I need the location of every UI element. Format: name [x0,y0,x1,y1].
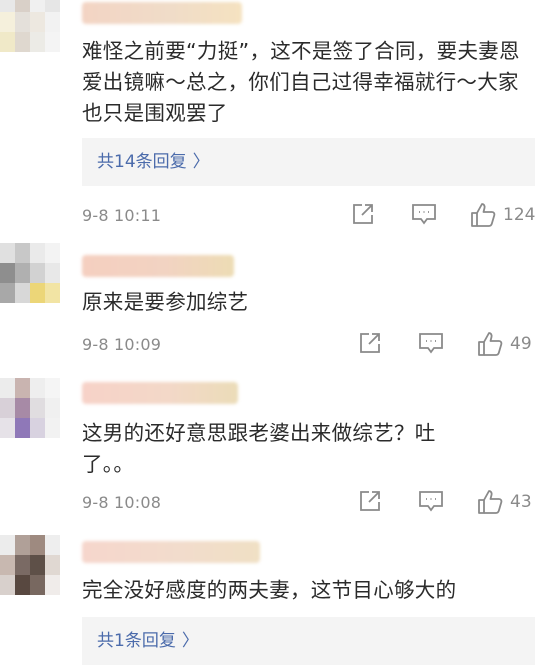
view-replies-button[interactable]: 共1条回复〉 [82,617,535,665]
comment-text: 完全没好感度的两夫妻，这节目心够大的 [82,578,457,602]
comment-icon[interactable] [417,330,445,358]
replies-label: 共14条回复 [97,152,187,172]
avatar-pixel [45,378,60,398]
avatar-pixel [0,418,15,438]
avatar-pixel [30,398,45,418]
avatar-pixel [45,243,60,263]
avatar-pixel [45,283,60,303]
avatar-pixel [30,243,45,263]
share-icon[interactable] [357,488,385,516]
avatar-pixel [0,283,15,303]
avatar-pixel [30,283,45,303]
like-count: 43 [510,492,532,512]
avatar-pixel [45,555,60,575]
avatar-pixel [15,378,30,398]
username[interactable]: 用户名 [82,541,260,563]
avatar-pixel [45,535,60,555]
comment-item: 用户名 原来是要参加综艺 9-8 10:09 49 [0,235,544,370]
comment-text: 难怪之前要“力挺”，这不是签了合同，要夫妻恩爱出镜嘛～总之，你们自己过得幸福就行… [82,39,520,125]
avatar-pixel [30,418,45,438]
timestamp: 9-8 10:08 [82,493,162,512]
avatar-pixel [30,0,45,12]
comment-icon[interactable] [410,201,438,229]
avatar-pixel [30,535,45,555]
avatar-pixel [45,263,60,283]
chevron-right-icon: 〉 [192,152,210,172]
avatar-pixel [0,263,15,283]
comment-text: 原来是要参加综艺 [82,290,249,314]
comment-icon[interactable] [417,488,445,516]
avatar-pixel [45,398,60,418]
avatar-pixel [15,398,30,418]
like-count: 124 [503,205,536,225]
avatar-pixel [30,575,45,595]
avatar-pixel [45,0,60,12]
comment-meta: 9-8 10:08 43 [82,488,536,518]
like-button[interactable]: 49 [476,330,536,358]
avatar-pixel [15,535,30,555]
avatar-pixel [15,555,30,575]
avatar-pixel [45,418,60,438]
comment-item: 用户名 这男的还好意思跟老婆出来做综艺？吐了。。 9-8 10:08 43 [0,370,544,525]
share-icon[interactable] [357,330,385,358]
avatar-pixel [15,12,30,32]
comment-item: 用户名 难怪之前要“力挺”，这不是签了合同，要夫妻恩爱出镜嘛～总之，你们自己过得… [0,0,544,235]
avatar-pixel [15,418,30,438]
avatar-pixel [30,32,45,52]
avatar-pixel [0,12,15,32]
avatar-pixel [0,398,15,418]
like-button[interactable]: 43 [476,488,536,516]
avatar-pixel [15,32,30,52]
share-icon[interactable] [350,201,378,229]
avatar-pixel [0,575,15,595]
comment-text: 这男的还好意思跟老婆出来做综艺？吐了。。 [82,421,436,476]
avatar-pixel [45,12,60,32]
avatar-pixel [0,555,15,575]
avatar-pixel [0,0,15,12]
avatar[interactable] [0,0,60,52]
avatar[interactable] [0,535,60,595]
avatar-pixel [0,535,15,555]
avatar-pixel [45,575,60,595]
replies-label: 共1条回复 [97,631,176,651]
avatar-pixel [15,283,30,303]
avatar-pixel [15,0,30,12]
avatar[interactable] [0,378,60,438]
avatar-pixel [0,378,15,398]
timestamp: 9-8 10:11 [82,206,162,225]
avatar-pixel [30,378,45,398]
avatar-pixel [30,263,45,283]
comment-item: 用户名 完全没好感度的两夫妻，这节目心够大的 共1条回复〉 [0,525,544,667]
like-button[interactable]: 124 [469,201,539,229]
username[interactable]: 用户名 [82,2,242,24]
avatar-pixel [30,12,45,32]
avatar-pixel [0,32,15,52]
avatar-pixel [0,243,15,263]
comment-meta: 9-8 10:09 49 [82,330,536,360]
view-replies-button[interactable]: 共14条回复〉 [82,138,535,186]
comment-meta: 9-8 10:11 124 [82,201,536,231]
avatar-pixel [45,32,60,52]
like-count: 49 [510,334,532,354]
avatar-pixel [15,575,30,595]
avatar-pixel [30,555,45,575]
chevron-right-icon: 〉 [181,631,199,651]
username[interactable]: 用户名 [82,255,234,277]
timestamp: 9-8 10:09 [82,335,162,354]
username[interactable]: 用户名 [82,382,238,404]
avatar[interactable] [0,243,60,303]
avatar-pixel [15,263,30,283]
avatar-pixel [15,243,30,263]
